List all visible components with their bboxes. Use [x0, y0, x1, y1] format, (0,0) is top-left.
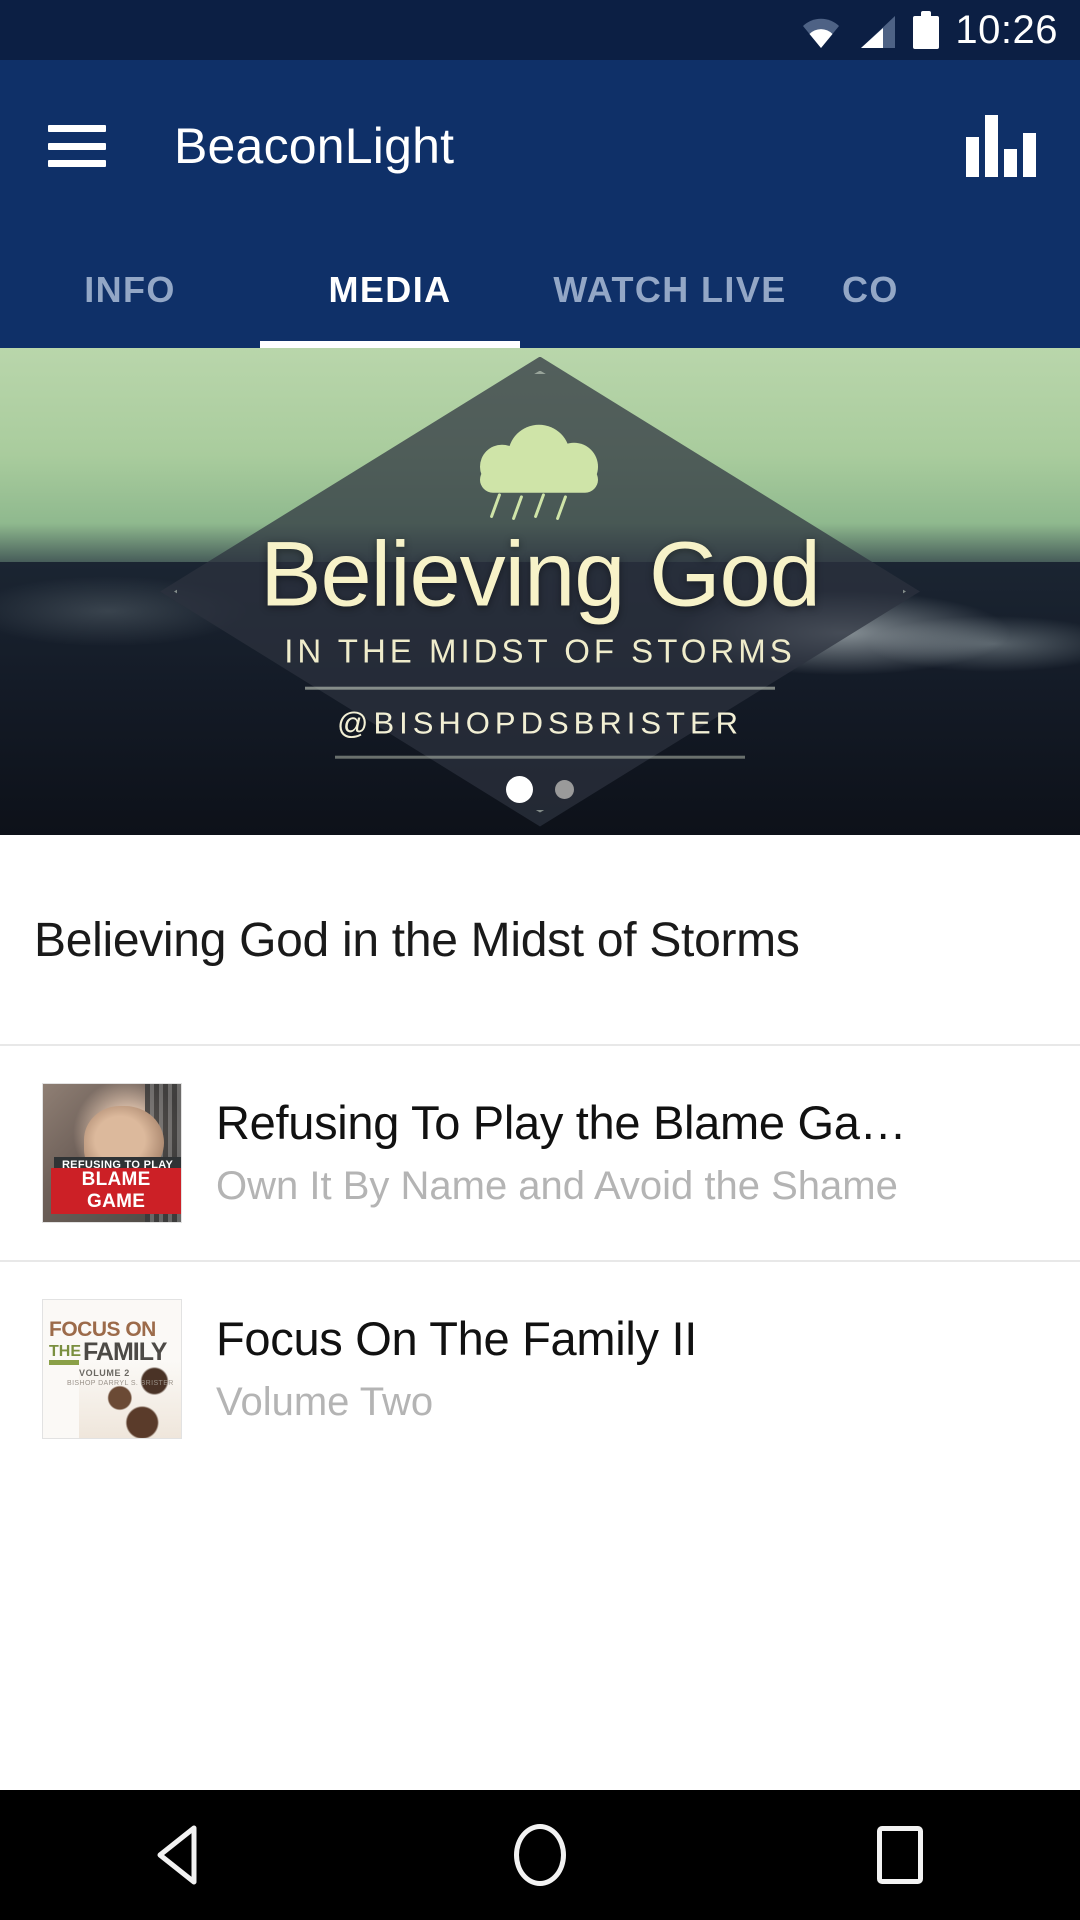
carousel-dot-inactive[interactable] [555, 780, 574, 799]
media-item-title: Refusing To Play the Blame Ga… [216, 1097, 907, 1150]
tab-info[interactable]: INFO [0, 232, 260, 348]
home-circle-icon [514, 1824, 566, 1886]
equalizer-bars-icon[interactable] [966, 115, 1036, 177]
status-icons [801, 11, 940, 49]
thumb-caption-the: THE [49, 1343, 81, 1360]
thumb-caption-volume: VOLUME 2 [79, 1368, 130, 1378]
media-item-subtitle: Volume Two [216, 1379, 434, 1424]
home-button[interactable] [480, 1790, 600, 1920]
media-content: Believing God in the Midst of Storms REF… [0, 835, 1080, 1476]
section-title: Believing God in the Midst of Storms [34, 914, 800, 967]
hero-carousel[interactable]: Believing God IN THE MIDST OF STORMS @BI… [0, 348, 1080, 835]
recents-square-icon [877, 1826, 923, 1884]
back-triangle-icon [157, 1825, 197, 1885]
media-item-text: Focus On The Family II Volume Two [216, 1313, 1080, 1425]
battery-icon [913, 11, 940, 49]
status-bar-clock: 10:26 [955, 8, 1058, 52]
media-list-item[interactable]: FOCUS ON THE FAMILY VOLUME 2 BISHOP DARR… [0, 1262, 1080, 1476]
hero-handle: @BISHOPDSBRISTER [336, 705, 744, 741]
status-bar: 10:26 [0, 0, 1080, 60]
tab-bar: INFO MEDIA WATCH LIVE CO [0, 232, 1080, 348]
carousel-dots [506, 776, 574, 803]
cellular-signal-icon [857, 15, 897, 49]
hero-divider-top [305, 686, 775, 690]
tab-watch-live[interactable]: WATCH LIVE [520, 232, 820, 348]
app-title: BeaconLight [174, 118, 455, 174]
app-bar: BeaconLight [0, 60, 1080, 232]
thumb-caption-family: FAMILY [83, 1338, 167, 1366]
recents-button[interactable] [840, 1790, 960, 1920]
thumb-caption-byline: BISHOP DARRYL S. BRISTER [67, 1380, 174, 1387]
tab-connect[interactable]: CO [820, 232, 1080, 348]
hero-title: Believing God [260, 523, 821, 626]
back-button[interactable] [120, 1790, 240, 1920]
thumb-caption-line1: FOCUS ON [49, 1318, 156, 1341]
tab-media[interactable]: MEDIA [260, 232, 520, 348]
hamburger-menu-icon[interactable] [48, 125, 106, 167]
rain-cloud-icon [476, 424, 604, 520]
media-item-text: Refusing To Play the Blame Ga… Own It By… [216, 1097, 1080, 1209]
media-thumbnail-focus-family: FOCUS ON THE FAMILY VOLUME 2 BISHOP DARR… [42, 1299, 182, 1439]
thumb-caption-line2: BLAME GAME [51, 1167, 181, 1214]
android-navigation-bar [0, 1790, 1080, 1920]
hero-content: Believing God IN THE MIDST OF STORMS @BI… [0, 424, 1080, 759]
media-thumbnail-blame-game: REFUSING TO PLAY THE BLAME GAME [42, 1083, 182, 1223]
wifi-icon [801, 15, 841, 49]
hero-subtitle: IN THE MIDST OF STORMS [284, 632, 796, 670]
media-item-title: Focus On The Family II [216, 1313, 697, 1366]
media-item-subtitle: Own It By Name and Avoid the Shame [216, 1163, 898, 1208]
hero-divider-bottom [335, 755, 745, 759]
media-list-item[interactable]: REFUSING TO PLAY THE BLAME GAME Refusing… [0, 1046, 1080, 1260]
carousel-dot-active[interactable] [506, 776, 533, 803]
